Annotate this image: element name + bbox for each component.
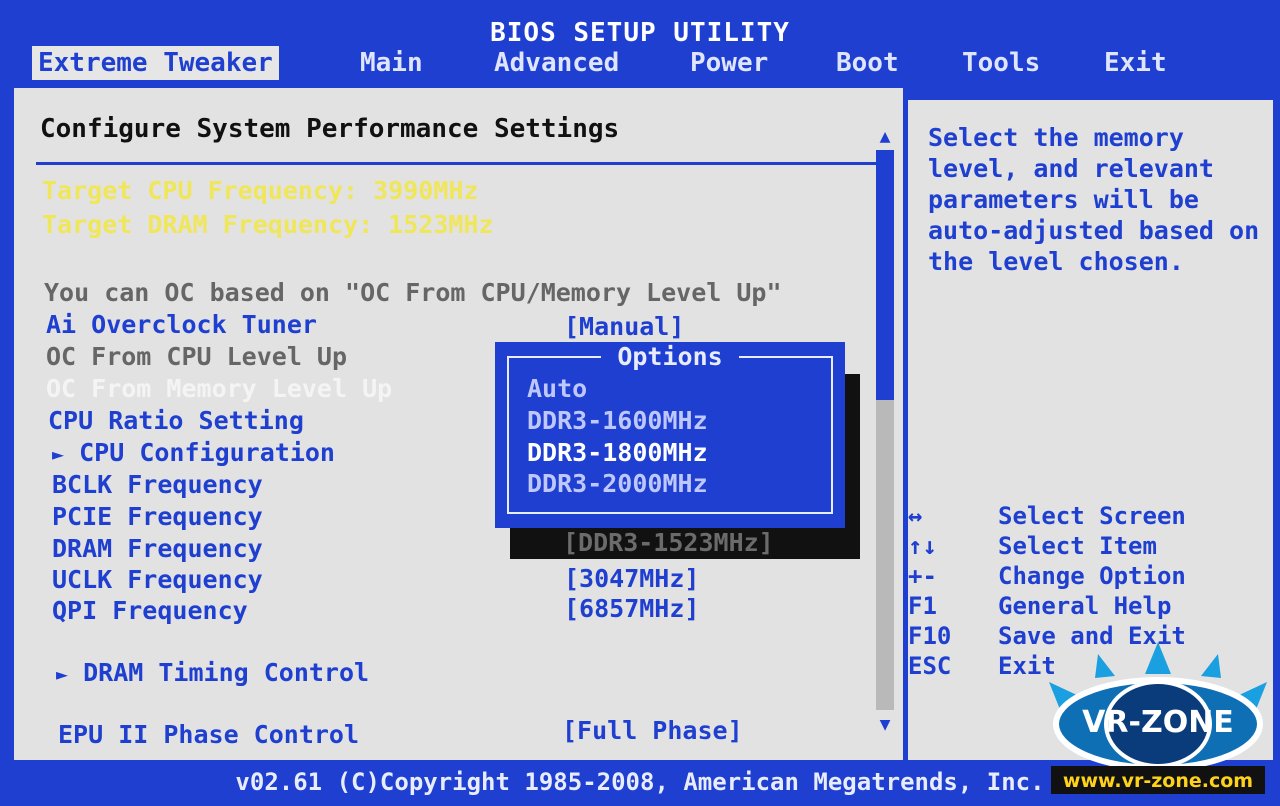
target-dram-frequency: Target DRAM Frequency: 1523MHz bbox=[42, 210, 494, 239]
tab-power[interactable]: Power bbox=[684, 46, 774, 80]
menu-bar: Extreme Tweaker Main Advanced Power Boot… bbox=[0, 44, 1280, 88]
uclk-frequency-value[interactable]: [3047MHz] bbox=[564, 564, 699, 593]
cpu-ratio-setting[interactable]: CPU Ratio Setting bbox=[48, 406, 304, 435]
option-ddr3-1800[interactable]: DDR3-1800MHz bbox=[527, 438, 708, 467]
bios-screen: BIOS SETUP UTILITY Extreme Tweaker Main … bbox=[0, 0, 1280, 806]
cpu-configuration-label: CPU Configuration bbox=[79, 438, 335, 467]
option-auto[interactable]: Auto bbox=[527, 374, 587, 403]
oc-note: You can OC based on "OC From CPU/Memory … bbox=[44, 278, 782, 307]
dram-frequency-value[interactable]: [DDR3-1523MHz] bbox=[563, 528, 774, 557]
scroll-down-arrow-icon[interactable]: ▼ bbox=[876, 714, 894, 735]
scrollbar-thumb[interactable] bbox=[876, 150, 894, 400]
submenu-arrow-icon: ► bbox=[52, 442, 65, 466]
tab-main[interactable]: Main bbox=[354, 46, 429, 80]
ai-overclock-tuner-value[interactable]: [Manual] bbox=[564, 312, 684, 341]
tab-advanced[interactable]: Advanced bbox=[488, 46, 625, 80]
tab-boot[interactable]: Boot bbox=[830, 46, 905, 80]
option-ddr3-1600[interactable]: DDR3-1600MHz bbox=[527, 406, 708, 435]
tab-tools[interactable]: Tools bbox=[956, 46, 1046, 80]
qpi-frequency-value[interactable]: [6857MHz] bbox=[564, 594, 699, 623]
epu-ii-phase-control[interactable]: EPU II Phase Control bbox=[58, 720, 359, 749]
vr-zone-logo-icon: VR-ZONE www.vr-zone.com bbox=[1049, 642, 1267, 794]
tab-extreme-tweaker[interactable]: Extreme Tweaker bbox=[32, 46, 279, 80]
tab-exit[interactable]: Exit bbox=[1098, 46, 1173, 80]
pcie-frequency[interactable]: PCIE Frequency bbox=[52, 502, 263, 531]
popup-title: Options bbox=[495, 342, 845, 371]
dram-timing-control-label: DRAM Timing Control bbox=[83, 658, 370, 687]
oc-from-cpu-level-up[interactable]: OC From CPU Level Up bbox=[46, 342, 347, 371]
option-ddr3-2000[interactable]: DDR3-2000MHz bbox=[527, 469, 708, 498]
cpu-configuration[interactable]: ► CPU Configuration bbox=[52, 438, 335, 467]
logo-url: www.vr-zone.com bbox=[1063, 770, 1253, 792]
header-divider bbox=[36, 162, 878, 165]
scroll-up-arrow-icon[interactable]: ▲ bbox=[876, 126, 894, 147]
ai-overclock-tuner[interactable]: Ai Overclock Tuner bbox=[46, 310, 317, 339]
qpi-frequency[interactable]: QPI Frequency bbox=[52, 596, 248, 625]
arrow-up-down-icon: ↑↓ bbox=[908, 532, 937, 560]
epu-ii-phase-control-value[interactable]: [Full Phase] bbox=[562, 716, 743, 745]
oc-from-memory-level-up[interactable]: OC From Memory Level Up bbox=[46, 374, 392, 403]
page-title: Configure System Performance Settings bbox=[40, 114, 620, 144]
uclk-frequency[interactable]: UCLK Frequency bbox=[52, 565, 263, 594]
bclk-frequency[interactable]: BCLK Frequency bbox=[52, 470, 263, 499]
target-cpu-frequency: Target CPU Frequency: 3990MHz bbox=[42, 176, 479, 205]
logo-text: VR-ZONE bbox=[1082, 705, 1234, 740]
arrow-left-right-icon: ↔ bbox=[908, 502, 923, 530]
dram-timing-control[interactable]: ► DRAM Timing Control bbox=[56, 658, 369, 687]
options-popup[interactable]: Options Auto DDR3-1600MHz DDR3-1800MHz D… bbox=[495, 342, 845, 528]
help-text: Select the memory level, and relevant pa… bbox=[928, 123, 1260, 276]
submenu-arrow-icon: ► bbox=[56, 662, 69, 686]
dram-frequency[interactable]: DRAM Frequency bbox=[52, 534, 263, 563]
